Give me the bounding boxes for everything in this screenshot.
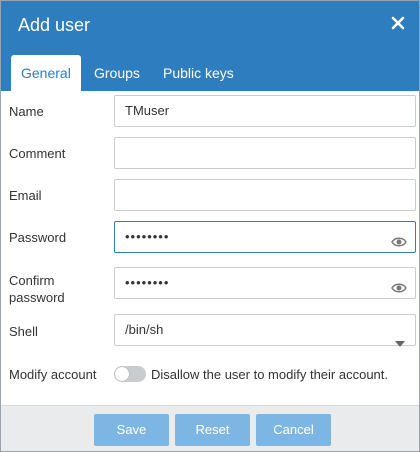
confirm-password-label-line2: password bbox=[9, 290, 65, 305]
toggle-knob bbox=[115, 367, 129, 381]
tab-general[interactable]: General bbox=[11, 55, 81, 91]
password-field[interactable]: •••••••• bbox=[114, 221, 416, 253]
dialog-footer: Save Reset Cancel bbox=[1, 405, 419, 451]
name-field[interactable]: TMuser bbox=[114, 95, 416, 127]
modify-account-label: Modify account bbox=[9, 367, 97, 382]
confirm-password-value: •••••••• bbox=[125, 275, 170, 290]
modify-account-toggle-text: Disallow the user to modify their accoun… bbox=[151, 367, 388, 382]
chevron-down-icon bbox=[395, 328, 405, 347]
shell-label: Shell bbox=[9, 324, 38, 339]
shell-select[interactable]: /bin/sh bbox=[114, 314, 416, 347]
password-label: Password bbox=[9, 230, 67, 245]
reset-button[interactable]: Reset bbox=[175, 414, 250, 446]
shell-value: /bin/sh bbox=[125, 322, 164, 337]
tab-groups[interactable]: Groups bbox=[84, 55, 150, 91]
tab-public-keys[interactable]: Public keys bbox=[153, 55, 244, 91]
save-button[interactable]: Save bbox=[94, 414, 169, 446]
name-label: Name bbox=[9, 104, 44, 119]
comment-field[interactable] bbox=[114, 137, 416, 169]
confirm-password-label-line1: Confirm bbox=[9, 273, 55, 288]
eye-icon[interactable] bbox=[391, 230, 407, 247]
dialog-titlebar: Add user bbox=[1, 1, 419, 49]
add-user-dialog: Add user General Groups Public keys Name… bbox=[0, 0, 420, 452]
email-label: Email bbox=[9, 188, 42, 203]
cancel-button[interactable]: Cancel bbox=[256, 414, 331, 446]
password-value: •••••••• bbox=[125, 229, 170, 244]
email-field[interactable] bbox=[114, 179, 416, 211]
tab-bar: General Groups Public keys bbox=[1, 49, 419, 91]
dialog-title: Add user bbox=[18, 15, 91, 35]
modify-account-toggle[interactable] bbox=[114, 366, 146, 382]
close-icon[interactable] bbox=[391, 16, 405, 30]
eye-icon[interactable] bbox=[391, 276, 407, 293]
comment-label: Comment bbox=[9, 146, 66, 161]
confirm-password-field[interactable]: •••••••• bbox=[114, 267, 416, 299]
